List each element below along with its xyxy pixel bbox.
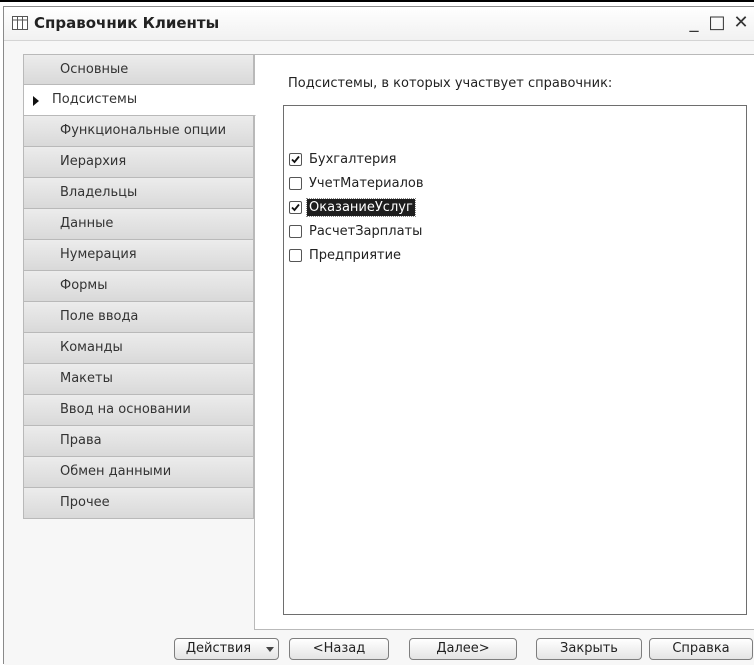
tab-label: Прочее (60, 495, 110, 510)
dialog-content: Основные Подсистемы Функциональные опции… (4, 41, 754, 665)
list-item-label: ОказаниеУслуг (306, 197, 416, 217)
minimize-icon[interactable]: _ (684, 11, 704, 35)
button-bar: Действия <Назад Далее> Закрыть Справка (4, 631, 754, 665)
tab-label: Нумерация (60, 247, 137, 262)
tab-ierarkhiya[interactable]: Иерархия (23, 147, 254, 178)
list-item-uchetmaterialov[interactable]: УчетМатериалов (289, 172, 426, 194)
tab-vvod-na-osnovanii[interactable]: Ввод на основании (23, 395, 254, 426)
tab-pole-vvoda[interactable]: Поле ввода (23, 302, 254, 333)
window-title: Справочник Клиенты (34, 14, 220, 32)
tab-label: Команды (60, 340, 123, 355)
active-tab-marker-icon (33, 96, 39, 106)
tab-komandy[interactable]: Команды (23, 333, 254, 364)
back-button[interactable]: <Назад (289, 638, 389, 660)
title-bar[interactable]: Справочник Клиенты _ □ ✕ (4, 7, 754, 41)
dropdown-arrow-icon (266, 647, 274, 652)
tab-label: Макеты (60, 371, 113, 386)
actions-label: Действия (185, 641, 252, 656)
close-icon[interactable]: ✕ (731, 11, 751, 35)
dialog-window: Справочник Клиенты _ □ ✕ Основные Подсис… (3, 6, 754, 665)
checkbox[interactable] (289, 200, 302, 214)
tab-label: Формы (60, 278, 108, 293)
catalog-icon (12, 16, 28, 30)
checkbox[interactable] (289, 224, 302, 238)
tab-label: Права (60, 433, 102, 448)
list-item-label: Предприятие (309, 247, 402, 263)
actions-button[interactable]: Действия (174, 638, 279, 660)
list-item-label: УчетМатериалов (309, 175, 424, 191)
help-button[interactable]: Справка (649, 638, 753, 660)
checkbox[interactable] (289, 152, 302, 166)
tab-dannye[interactable]: Данные (23, 209, 254, 240)
list-item-label: РасчетЗарплаты (309, 223, 423, 239)
tab-label: Основные (60, 62, 129, 77)
tab-obmen-dannymi[interactable]: Обмен данными (23, 457, 254, 488)
top-border-line (0, 0, 754, 2)
tab-label: Иерархия (60, 154, 127, 169)
list-item-okazanieuslug[interactable]: ОказаниеУслуг (289, 196, 416, 218)
list-item-raschetzarplaty[interactable]: РасчетЗарплаты (289, 220, 424, 242)
list-item-bukhgalteriya[interactable]: Бухгалтерия (289, 148, 399, 170)
tab-makety[interactable]: Макеты (23, 364, 254, 395)
close-button[interactable]: Закрыть (536, 638, 642, 660)
tab-label: Ввод на основании (60, 402, 191, 417)
tab-numeratsiya[interactable]: Нумерация (23, 240, 254, 271)
tab-podsistemy[interactable]: Подсистемы (23, 85, 256, 116)
tab-label: Данные (60, 216, 114, 231)
tab-label: Поле ввода (60, 309, 139, 324)
tab-funktsionalnye-optsii[interactable]: Функциональные опции (23, 116, 254, 147)
subsystems-panel: Подсистемы, в которых участвует справочн… (254, 54, 754, 630)
tab-label: Подсистемы (52, 92, 138, 107)
maximize-icon[interactable]: □ (707, 11, 727, 35)
list-item-label: Бухгалтерия (309, 151, 397, 167)
tab-formy[interactable]: Формы (23, 271, 254, 302)
list-item-predpriyatie[interactable]: Предприятие (289, 244, 403, 266)
tab-vladeltsy[interactable]: Владельцы (23, 178, 254, 209)
checkbox[interactable] (289, 176, 302, 190)
checkmark-icon (291, 155, 300, 163)
tab-osnovnye[interactable]: Основные (23, 54, 254, 85)
tab-label: Функциональные опции (60, 123, 227, 138)
checkbox[interactable] (289, 248, 302, 262)
tab-label: Обмен данными (60, 464, 172, 479)
tab-prochee[interactable]: Прочее (23, 488, 254, 519)
tab-label: Владельцы (60, 185, 138, 200)
panel-heading: Подсистемы, в которых участвует справочн… (288, 76, 613, 91)
tab-prava[interactable]: Права (23, 426, 254, 457)
tab-list: Основные Подсистемы Функциональные опции… (23, 54, 256, 519)
next-button[interactable]: Далее> (409, 638, 517, 660)
checkmark-icon (291, 203, 300, 211)
